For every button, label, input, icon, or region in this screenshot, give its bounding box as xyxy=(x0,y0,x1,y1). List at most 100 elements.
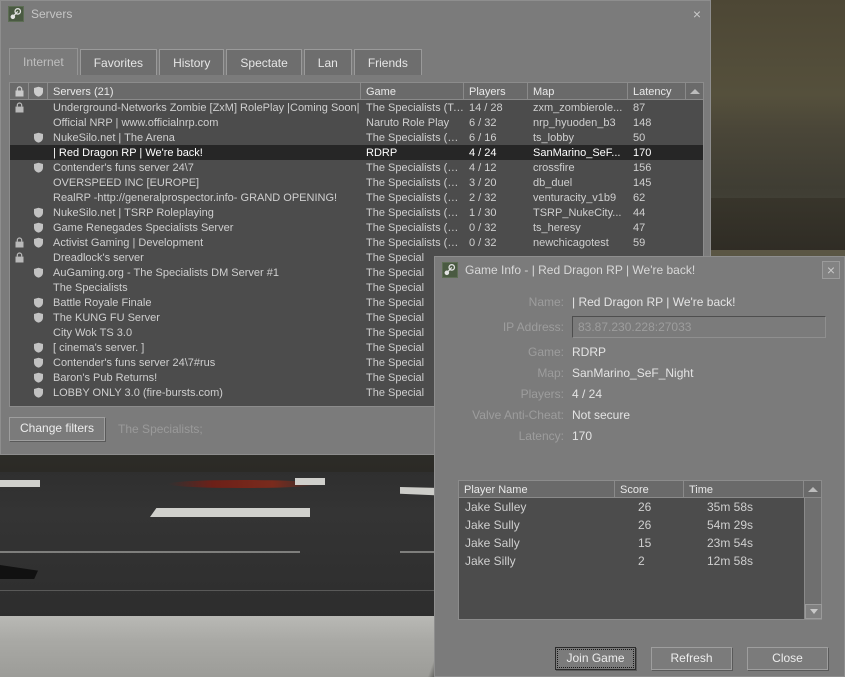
server-row-map: SanMarino_SeF... xyxy=(533,146,621,159)
player-row[interactable]: Jake Silly 2 12m 58s xyxy=(459,552,821,570)
server-row[interactable]: Official NRP | www.officialnrp.com Naruto… xyxy=(10,115,703,130)
server-row-vac xyxy=(29,237,48,248)
servers-titlebar[interactable]: Servers × xyxy=(1,1,710,26)
shield-icon xyxy=(33,86,43,97)
server-row-lock xyxy=(10,252,29,263)
column-header-lock[interactable] xyxy=(10,83,29,99)
player-list-scroll-up-button[interactable] xyxy=(804,481,821,497)
server-row-name: AuGaming.org - The Specialists DM Server… xyxy=(53,266,279,279)
field-players-row: Players: 4 / 24 xyxy=(435,387,844,401)
ip-address-field[interactable] xyxy=(572,316,826,338)
server-row[interactable]: Contender's funs server 24\7 The Speciali… xyxy=(10,160,703,175)
tab-internet[interactable]: Internet xyxy=(9,48,78,75)
server-row-latency: 156 xyxy=(633,161,652,174)
player-list-body[interactable]: Jake Sulley 26 35m 58s Jake Sully 26 54m 29s J… xyxy=(459,498,821,570)
tab-friends[interactable]: Friends xyxy=(353,49,422,75)
change-filters-button[interactable]: Change filters xyxy=(9,417,106,441)
server-row[interactable]: | Red Dragon RP | We're back! RDRP 4 / 24 S… xyxy=(10,145,703,160)
player-column-header-name[interactable]: Player Name xyxy=(459,481,615,497)
server-row-vac xyxy=(29,372,48,383)
server-row-name: | Red Dragon RP | We're back! xyxy=(53,146,203,159)
shield-icon xyxy=(34,297,43,308)
close-icon[interactable]: × xyxy=(822,261,840,279)
background-lane-line-1 xyxy=(0,551,300,553)
game-info-title: Game Info - | Red Dragon RP | We're back… xyxy=(465,263,696,277)
field-game-label: Game: xyxy=(527,345,564,359)
game-info-button-bar: Join Game Refresh Close xyxy=(435,646,844,670)
shield-icon xyxy=(34,267,43,278)
server-row-name: NukeSilo.net | TSRP Roleplaying xyxy=(53,206,214,219)
close-button[interactable]: Close xyxy=(747,646,828,670)
server-row-game: The Specialists (DM) xyxy=(366,161,464,174)
player-row[interactable]: Jake Sully 26 54m 29s xyxy=(459,516,821,534)
server-row-vac xyxy=(29,222,48,233)
server-row-latency: 44 xyxy=(633,206,646,219)
server-row-latency: 50 xyxy=(633,131,646,144)
server-row[interactable]: Underground-Networks Zombie [ZxM] RolePl… xyxy=(10,100,703,115)
chevron-up-icon xyxy=(689,89,700,94)
server-row-latency: 170 xyxy=(633,146,652,159)
player-row-name: Jake Sully xyxy=(465,518,520,532)
server-row-vac xyxy=(29,207,48,218)
server-row[interactable]: OVERSPEED INC [EUROPE] The Specialists (D… xyxy=(10,175,703,190)
player-column-header-time[interactable]: Time xyxy=(684,481,804,497)
server-row-map: crossfire xyxy=(533,161,575,174)
server-row-players: 2 / 32 xyxy=(469,191,497,204)
field-map-value: SanMarino_SeF_Night xyxy=(572,366,694,380)
server-row[interactable]: RealRP -http://generalprospector.info- G… xyxy=(10,190,703,205)
field-vac-row: Valve Anti-Cheat: Not secure xyxy=(435,408,844,422)
player-row[interactable]: Jake Sulley 26 35m 58s xyxy=(459,498,821,516)
lock-icon xyxy=(15,102,24,113)
field-name-label: Name: xyxy=(528,295,564,309)
column-header-game[interactable]: Game xyxy=(361,83,464,99)
field-latency-label: Latency: xyxy=(518,429,564,443)
player-row[interactable]: Jake Sally 15 23m 54s xyxy=(459,534,821,552)
server-list-header: Servers (21) Game Players Map Latency xyxy=(10,83,703,100)
server-row-players: 6 / 32 xyxy=(469,116,497,129)
shield-icon xyxy=(34,342,43,353)
player-row-score: 15 xyxy=(638,536,652,550)
scroll-down-button[interactable] xyxy=(805,604,822,619)
server-row[interactable]: NukeSilo.net | The Arena The Specialists … xyxy=(10,130,703,145)
game-info-dialog: Game Info - | Red Dragon RP | We're back… xyxy=(434,256,845,677)
server-row-map: ts_lobby xyxy=(533,131,574,144)
server-row[interactable]: NukeSilo.net | TSRP Roleplaying The Speci… xyxy=(10,205,703,220)
refresh-button[interactable]: Refresh xyxy=(651,646,732,670)
servers-window-title: Servers xyxy=(31,6,73,21)
shield-icon xyxy=(34,222,43,233)
background-wall xyxy=(700,198,845,258)
chevron-up-icon xyxy=(807,487,818,492)
column-header-latency[interactable]: Latency xyxy=(628,83,686,99)
close-icon[interactable]: × xyxy=(688,5,706,23)
server-row-vac xyxy=(29,267,48,278)
player-row-time: 12m 58s xyxy=(707,554,754,568)
player-row-score: 2 xyxy=(638,554,645,568)
player-row-score: 26 xyxy=(638,500,652,514)
field-map-label: Map: xyxy=(537,366,564,380)
tab-history[interactable]: History xyxy=(159,49,225,75)
game-info-titlebar[interactable]: Game Info - | Red Dragon RP | We're back… xyxy=(435,257,844,283)
player-row-name: Jake Sulley xyxy=(465,500,527,514)
server-row-name: The KUNG FU Server xyxy=(53,311,160,324)
server-row-players: 4 / 24 xyxy=(469,146,497,159)
server-row[interactable]: Game Renegades Specialists Server The Spe… xyxy=(10,220,703,235)
player-column-header-score[interactable]: Score xyxy=(615,481,684,497)
server-row-name: Contender's funs server 24\7 xyxy=(53,161,194,174)
column-header-players[interactable]: Players xyxy=(464,83,528,99)
server-row-game: The Specialists (DM) xyxy=(366,206,464,219)
join-game-button[interactable]: Join Game xyxy=(555,646,636,670)
tab-favorites[interactable]: Favorites xyxy=(79,49,158,75)
player-list-scrollbar[interactable] xyxy=(804,498,822,619)
tab-lan[interactable]: Lan xyxy=(303,49,352,75)
server-row-game: The Specialists (DM) xyxy=(366,236,464,249)
column-header-vac[interactable] xyxy=(29,83,48,99)
server-row-map: zxm_zombierole... xyxy=(533,101,623,114)
column-header-name[interactable]: Servers (21) xyxy=(48,83,361,99)
tab-spectate[interactable]: Spectate xyxy=(226,49,302,75)
shield-icon xyxy=(34,132,43,143)
server-row[interactable]: Activist Gaming | Development The Special… xyxy=(10,235,703,250)
column-header-map[interactable]: Map xyxy=(528,83,628,99)
server-row-map: venturacity_v1b9 xyxy=(533,191,617,204)
server-row-vac xyxy=(29,357,48,368)
server-list-scroll-up-button[interactable] xyxy=(686,83,703,99)
